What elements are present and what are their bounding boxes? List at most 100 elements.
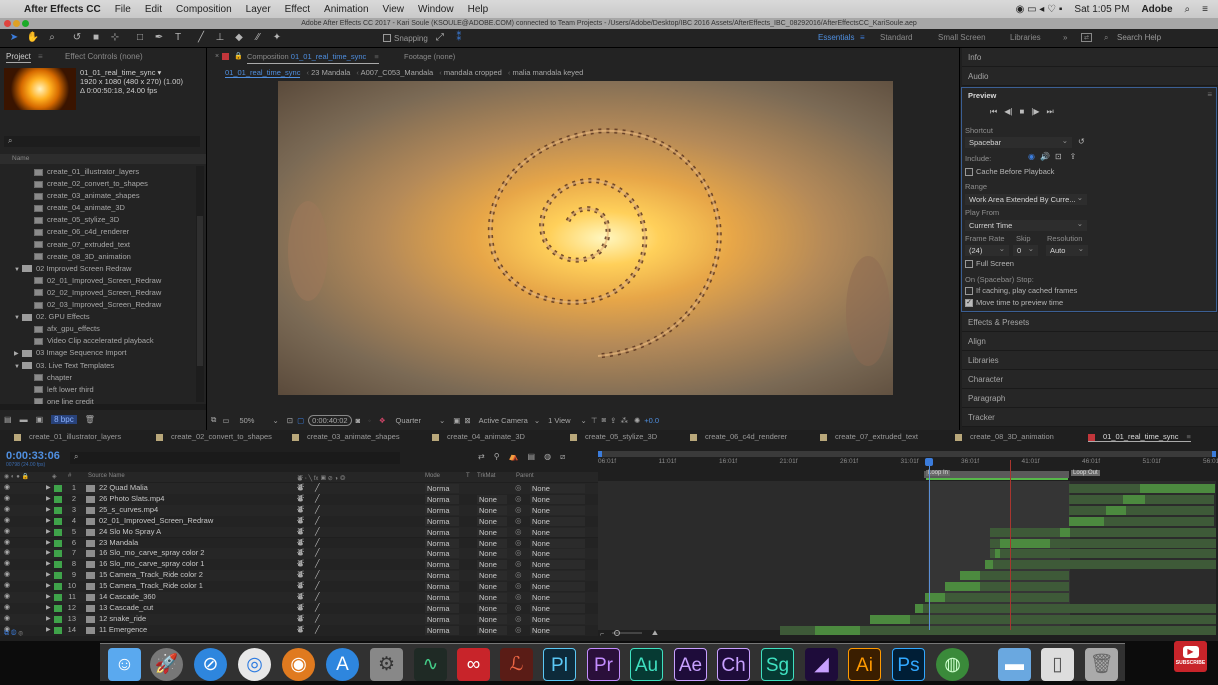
visibility-eye-icon[interactable]: ◉	[4, 592, 10, 603]
layer-duration-bar[interactable]	[1000, 538, 1050, 548]
project-comp-item[interactable]: create_03_animate_shapes	[0, 190, 196, 202]
layer-label-color[interactable]	[54, 485, 62, 492]
mode-dropdown[interactable]: Norma	[425, 571, 459, 581]
menu-help[interactable]: Help	[468, 4, 489, 15]
lock-icon[interactable]: 🔒	[234, 52, 243, 60]
trash-icon[interactable]: 🗑	[1085, 648, 1118, 681]
brush-tool-icon[interactable]: ╱	[193, 31, 209, 45]
shy-layers-icon[interactable]: ⛺	[509, 452, 519, 462]
snapping-checkbox[interactable]	[383, 34, 391, 42]
panel-paragraph[interactable]: Paragraph	[962, 389, 1218, 408]
layer-name[interactable]: 14 Cascade_360	[99, 592, 156, 603]
channel-icon[interactable]: ❖	[379, 416, 386, 425]
snapping-toggle[interactable]: Snapping	[383, 34, 428, 43]
loop-out-marker[interactable]: Loop Out	[1071, 470, 1100, 476]
pick-whip-icon[interactable]: ◎	[515, 559, 522, 570]
mode-dropdown[interactable]: Norma	[425, 494, 459, 504]
expand-layer-triangle-icon[interactable]: ▶	[46, 505, 51, 516]
move-time-option[interactable]: ✓ Move time to preview time	[965, 298, 1063, 308]
tab-project[interactable]: Project	[6, 52, 31, 63]
pick-whip-icon[interactable]: ◎	[515, 581, 522, 592]
panel-menu-icon[interactable]: ≡	[1184, 432, 1191, 441]
expand-layer-triangle-icon[interactable]: ▶	[46, 483, 51, 494]
full-screen-checkbox[interactable]	[965, 260, 973, 269]
expand-layer-triangle-icon[interactable]: ▶	[46, 570, 51, 581]
project-comp-item[interactable]: one line credit	[0, 396, 196, 404]
mode-dropdown[interactable]: Norma	[425, 614, 459, 624]
layer-row[interactable]: ◉ ▶ 10 15 Camera_Track_Ride color 1 ⛇ ╱ Norma N…	[0, 581, 598, 592]
include-overlays-icon[interactable]: ⊡	[1055, 152, 1062, 161]
layer-row[interactable]: ◉ ▶ 11 14 Cascade_360 ⛇ ╱ Norma None ◎ None	[0, 592, 598, 603]
pick-whip-icon[interactable]: ◎	[515, 603, 522, 614]
include-audio-icon[interactable]: 🔊	[1040, 152, 1050, 161]
parent-dropdown[interactable]: None	[530, 538, 585, 548]
prelude-icon[interactable]: Pl	[543, 648, 576, 681]
preview-menu-icon[interactable]: ≡	[1207, 90, 1212, 99]
expand-layer-triangle-icon[interactable]: ▶	[46, 559, 51, 570]
playhead-handle[interactable]	[925, 458, 933, 466]
breadcrumb-item[interactable]: 01_01_real_time_sync	[225, 68, 301, 78]
expand-layer-triangle-icon[interactable]: ▶	[46, 516, 51, 527]
transparency-grid-icon[interactable]: ▢	[297, 416, 304, 425]
visibility-eye-icon[interactable]: ◉	[4, 527, 10, 538]
shy-switch-icon[interactable]: ⛇	[297, 614, 305, 625]
more-workspaces-icon[interactable]: »	[1063, 33, 1067, 42]
layer-row[interactable]: ◉ ▶ 4 02_01_Improved_Screen_Redraw ⛇ ╱ Norma No…	[0, 515, 598, 527]
layer-duration-bar[interactable]	[1069, 505, 1214, 515]
character-animator-icon[interactable]: Ch	[717, 648, 750, 681]
mode-dropdown[interactable]: Norma	[425, 538, 459, 548]
panel-libraries[interactable]: Libraries	[962, 351, 1218, 370]
expand-layer-triangle-icon[interactable]: ▶	[46, 538, 51, 549]
comp-mini-flowchart-icon[interactable]: ⇄	[478, 452, 485, 462]
trkmat-dropdown[interactable]: None	[477, 582, 507, 592]
layer-duration-bar[interactable]	[925, 593, 945, 602]
parent-dropdown[interactable]: None	[530, 560, 585, 570]
comp-flowchart-icon[interactable]: ⇪	[610, 416, 616, 425]
mode-dropdown[interactable]: Norma	[425, 625, 459, 635]
menu-layer[interactable]: Layer	[246, 4, 271, 15]
shy-switch-icon[interactable]: ⛇	[297, 483, 305, 494]
visibility-eye-icon[interactable]: ◉	[4, 559, 10, 570]
menu-list-icon[interactable]: ≡	[1202, 4, 1208, 15]
show-snapshot-icon[interactable]: ◦	[368, 416, 371, 425]
graph-editor-icon[interactable]: ⧄	[560, 452, 565, 462]
mode-dropdown[interactable]: Norma	[425, 484, 459, 493]
delete-icon[interactable]: 🗑	[85, 415, 95, 424]
visibility-eye-icon[interactable]: ◉	[4, 603, 10, 614]
eraser-tool-icon[interactable]: ◆	[231, 31, 247, 45]
tab-footage[interactable]: Footage (none)	[404, 52, 455, 61]
panel-effects-presets[interactable]: Effects & Presets	[962, 313, 1218, 332]
firefox-icon[interactable]: ◉	[282, 648, 315, 681]
expand-layer-triangle-icon[interactable]: ▶	[46, 494, 51, 505]
trkmat-dropdown[interactable]: None	[477, 505, 507, 515]
creative-cloud-icon[interactable]: ∞	[457, 648, 490, 681]
user-name[interactable]: Adobe	[1141, 4, 1172, 15]
timeline-tab[interactable]: create_04_animate_3D	[432, 432, 525, 441]
quality-switch-icon[interactable]: ╱	[315, 527, 320, 538]
layer-label-color[interactable]	[54, 495, 62, 503]
t-column[interactable]: T	[466, 473, 470, 479]
timeline-tab[interactable]: create_08_3D_animation	[955, 432, 1054, 441]
layer-name[interactable]: 24 Slo Mo Spray A	[99, 527, 161, 538]
resolution-dropdown[interactable]: Quarter	[396, 416, 421, 425]
column-name-header[interactable]: Name	[0, 154, 206, 164]
layer-name[interactable]: 26 Photo Slats.mp4	[99, 494, 164, 505]
acrobat-icon[interactable]: ℒ	[500, 648, 533, 681]
layer-name[interactable]: 22 Quad Malia	[99, 483, 148, 494]
expand-layer-triangle-icon[interactable]: ▶	[46, 548, 51, 559]
menu-file[interactable]: File	[115, 4, 131, 15]
quality-switch-icon[interactable]: ╱	[315, 483, 320, 494]
pick-whip-icon[interactable]: ◎	[515, 516, 522, 527]
project-comp-item[interactable]: create_01_illustrator_layers	[0, 166, 196, 178]
layer-name[interactable]: 25_s_curves.mp4	[99, 505, 158, 516]
timeline-tab[interactable]: create_02_convert_to_shapes	[156, 432, 272, 441]
switches-column-icons[interactable]: ⛇ ◦ ╲ fx ▣ ⊘ ◑ ◎	[297, 473, 346, 483]
pan-behind-tool-icon[interactable]: ⊹	[107, 31, 123, 45]
panel-menu-icon[interactable]: ≡	[374, 52, 378, 61]
pick-whip-icon[interactable]: ◎	[515, 570, 522, 581]
layer-label-color[interactable]	[54, 561, 62, 569]
project-comp-item[interactable]: create_04_animate_3D	[0, 202, 196, 214]
shy-switch-icon[interactable]: ⛇	[297, 625, 305, 636]
snap-feature-icon[interactable]: ⁑	[451, 31, 467, 45]
layer-name[interactable]: 02_01_Improved_Screen_Redraw	[99, 516, 213, 527]
